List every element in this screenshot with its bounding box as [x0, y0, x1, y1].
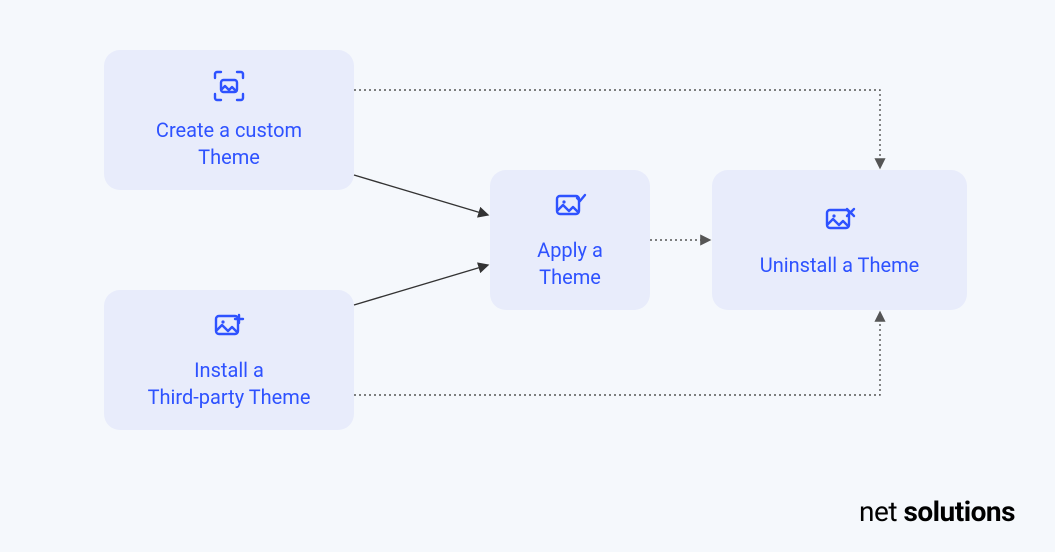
brand-part2: solutions — [903, 495, 1015, 528]
node-install-theme: Install aThird-party Theme — [104, 290, 354, 430]
node-uninstall-theme: Uninstall a Theme — [712, 170, 967, 310]
node-label: Install aThird-party Theme — [148, 357, 311, 411]
node-create-theme: Create a customTheme — [104, 50, 354, 190]
image-scan-icon — [211, 69, 247, 103]
image-x-icon — [822, 202, 858, 238]
node-label: Uninstall a Theme — [760, 252, 920, 279]
image-check-icon — [552, 189, 588, 223]
brand-part1: net — [859, 495, 903, 528]
image-plus-icon — [211, 309, 247, 343]
node-apply-theme: Apply aTheme — [490, 170, 650, 310]
brand-logo: net solutions — [859, 495, 1015, 528]
node-label: Apply aTheme — [537, 237, 603, 291]
node-label: Create a customTheme — [156, 117, 302, 171]
